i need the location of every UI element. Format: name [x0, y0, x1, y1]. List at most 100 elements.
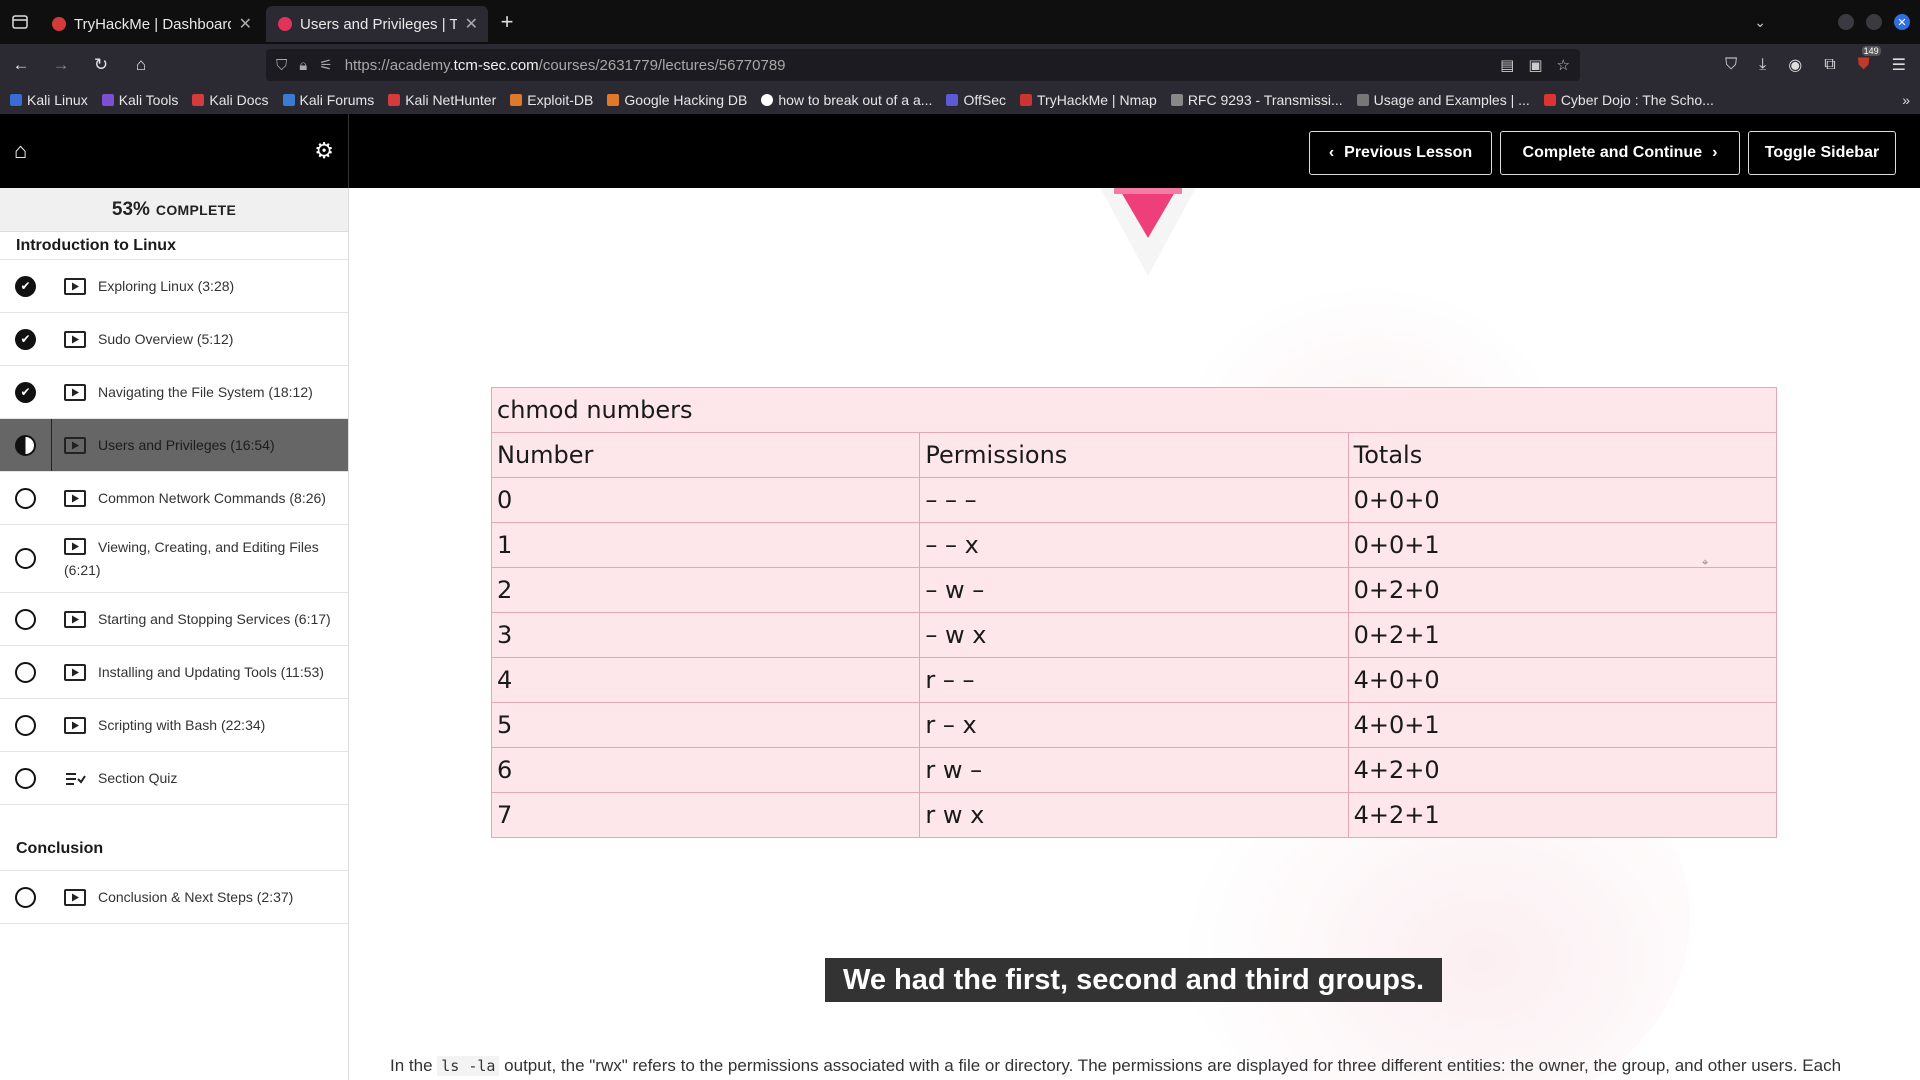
- bookmark-kali-docs[interactable]: Kali Docs: [192, 92, 269, 108]
- table-cell: 2: [490, 567, 921, 613]
- table-cell: 4: [490, 657, 921, 703]
- table-cell: 0+0+1: [1347, 522, 1778, 568]
- close-tab-icon[interactable]: ✕: [465, 14, 478, 34]
- lecture-item-label: Navigating the File System (18:12): [98, 383, 313, 400]
- settings-gear-icon[interactable]: ⚙: [314, 138, 334, 164]
- column-header: Permissions: [919, 432, 1349, 478]
- bookmark-kali-nethunter[interactable]: Kali NetHunter: [388, 92, 496, 108]
- tracking-shield-icon[interactable]: ⛉: [276, 57, 287, 74]
- table-caption: chmod numbers: [491, 387, 1777, 433]
- table-cell: 0+2+0: [1347, 567, 1778, 613]
- bookmark-kali-tools[interactable]: Kali Tools: [101, 92, 178, 108]
- video-play-icon: [64, 610, 86, 628]
- lecture-item-common-network-commands[interactable]: Common Network Commands (8:26): [0, 472, 348, 525]
- column-header: Number: [490, 432, 921, 478]
- lecture-item-users-and-privileges[interactable]: Users and Privileges (16:54): [0, 419, 348, 472]
- bookmark-kali-forums[interactable]: Kali Forums: [282, 92, 374, 108]
- table-header-row: Number Permissions Totals: [490, 432, 1778, 478]
- new-tab-icon[interactable]: +: [492, 9, 522, 35]
- lecture-item-conclusion-next-steps[interactable]: Conclusion & Next Steps (2:37): [0, 871, 348, 924]
- lock-icon[interactable]: 🔒︎: [299, 57, 307, 74]
- bookmark-rfc-9293[interactable]: RFC 9293 - Transmissi...: [1170, 92, 1343, 108]
- pocket-icon[interactable]: ⛉: [1725, 56, 1737, 74]
- extensions-icon[interactable]: ⧉: [1824, 56, 1835, 74]
- lecture-item-navigating-the-file-system[interactable]: ✔ Navigating the File System (18:12): [0, 366, 348, 419]
- complete-continue-button[interactable]: Complete and Continue ›: [1500, 131, 1740, 175]
- picture-in-picture-icon[interactable]: ▣: [1528, 56, 1542, 74]
- section-title: Introduction to Linux: [0, 232, 348, 260]
- table-cell: 1: [490, 522, 921, 568]
- table-row: 5r – x 4+0+1: [490, 702, 1778, 748]
- bookmark-usage-examples[interactable]: Usage and Examples | ...: [1356, 92, 1530, 108]
- home-icon[interactable]: ⌂: [130, 55, 152, 75]
- url-text[interactable]: https://academy.tcm-sec.com/courses/2631…: [345, 57, 1488, 74]
- account-icon[interactable]: ◉: [1788, 55, 1802, 75]
- chevron-right-icon: ›: [1712, 144, 1718, 161]
- bookmark-google-search[interactable]: how to break out of a a...: [761, 92, 932, 108]
- forward-icon[interactable]: →: [50, 55, 72, 75]
- incomplete-circle-icon[interactable]: [15, 886, 36, 908]
- table-cell: 4+0+0: [1347, 657, 1778, 703]
- downloads-icon[interactable]: ⤓: [1759, 56, 1766, 74]
- incomplete-circle-icon[interactable]: [15, 548, 36, 569]
- bookmark-cyber-dojo[interactable]: Cyber Dojo : The Scho...: [1543, 92, 1714, 108]
- ghdb-icon: [607, 94, 620, 106]
- lecture-item-label: Exploring Linux (3:28): [98, 277, 235, 294]
- permissions-icon[interactable]: ⚟: [319, 56, 332, 74]
- google-icon: [761, 94, 774, 106]
- bookmark-star-icon[interactable]: ☆: [1557, 56, 1570, 74]
- bookmark-offsec[interactable]: OffSec: [946, 92, 1006, 108]
- lecture-item-starting-and-stopping-services[interactable]: Starting and Stopping Services (6:17): [0, 593, 348, 646]
- menu-icon[interactable]: ☰: [1892, 55, 1906, 75]
- incomplete-circle-icon[interactable]: [15, 487, 36, 509]
- maximize-window-icon[interactable]: [1866, 14, 1882, 30]
- lecture-item-text-block: Viewing, Creating, and Editing Files (6:…: [64, 536, 334, 582]
- completed-check-icon[interactable]: ✔: [15, 275, 36, 297]
- tab-title: TryHackMe | Dashboard: [74, 15, 231, 33]
- lecture-paragraph: In the ls -la output, the "rwx" refers t…: [390, 1056, 1842, 1076]
- close-tab-icon[interactable]: ✕: [239, 14, 252, 34]
- toggle-sidebar-button[interactable]: Toggle Sidebar: [1748, 131, 1896, 175]
- browser-tab-strip: TryHackMe | Dashboard ✕ Users and Privil…: [0, 0, 1920, 44]
- ublock-extension-icon[interactable]: ⛊ 149: [1858, 46, 1881, 74]
- course-home-icon[interactable]: ⌂: [14, 138, 27, 164]
- tab-overflow-chevron-icon[interactable]: ⌄: [1754, 14, 1766, 31]
- tab-users-privileges[interactable]: Users and Privileges | TCM ✕: [266, 6, 488, 42]
- bookmark-exploit-db[interactable]: Exploit-DB: [510, 92, 593, 108]
- lecture-item-sudo-overview[interactable]: ✔ Sudo Overview (5:12): [0, 313, 348, 366]
- bookmarks-overflow-icon[interactable]: »: [1902, 92, 1910, 108]
- bookmark-kali-linux[interactable]: Kali Linux: [10, 92, 88, 108]
- tab-tryhackme[interactable]: TryHackMe | Dashboard ✕: [40, 6, 262, 42]
- lecture-item-section-quiz[interactable]: Section Quiz: [0, 752, 348, 805]
- bookmark-google-hacking-db[interactable]: Google Hacking DB: [607, 92, 747, 108]
- section-items: Conclusion & Next Steps (2:37): [0, 871, 348, 924]
- minimize-window-icon[interactable]: [1838, 14, 1854, 30]
- nethunter-icon: [388, 94, 401, 106]
- close-window-icon[interactable]: ✕: [1894, 14, 1910, 30]
- previous-lesson-button[interactable]: ‹ Previous Lesson: [1309, 131, 1492, 175]
- table-cell: 0+0+0: [1347, 477, 1778, 523]
- lecture-item-scripting-with-bash[interactable]: Scripting with Bash (22:34): [0, 699, 348, 752]
- lecture-item-installing-and-updating-tools[interactable]: Installing and Updating Tools (11:53): [0, 646, 348, 699]
- bookmark-tryhackme-nmap[interactable]: TryHackMe | Nmap: [1020, 92, 1157, 108]
- address-bar[interactable]: ⛉ 🔒︎ ⚟ https://academy.tcm-sec.com/cours…: [266, 49, 1580, 81]
- lecture-item-viewing-creating-and-editing-files[interactable]: Viewing, Creating, and Editing Files (6:…: [0, 525, 348, 593]
- reload-icon[interactable]: ↻: [90, 55, 112, 75]
- chmod-numbers-table: chmod numbers Number Permissions Totals …: [490, 387, 1778, 838]
- back-icon[interactable]: ←: [10, 55, 32, 75]
- reader-view-icon[interactable]: ▤: [1500, 56, 1514, 74]
- incomplete-circle-icon[interactable]: [15, 661, 36, 683]
- table-cell: 4+2+1: [1347, 792, 1778, 838]
- incomplete-circle-icon[interactable]: [15, 767, 36, 789]
- completed-check-icon[interactable]: ✔: [15, 381, 36, 403]
- inline-code: ls -la: [437, 1056, 500, 1076]
- incomplete-circle-icon[interactable]: [15, 608, 36, 630]
- incomplete-circle-icon[interactable]: [15, 714, 36, 736]
- lecture-item-exploring-linux[interactable]: ✔ Exploring Linux (3:28): [0, 260, 348, 313]
- in-progress-icon[interactable]: [15, 434, 36, 456]
- list-all-tabs-icon[interactable]: [0, 0, 40, 44]
- table-cell: 4+0+1: [1347, 702, 1778, 748]
- completed-check-icon[interactable]: ✔: [15, 328, 36, 350]
- table-cell: r – –: [919, 657, 1349, 703]
- table-cell: – – –: [919, 477, 1349, 523]
